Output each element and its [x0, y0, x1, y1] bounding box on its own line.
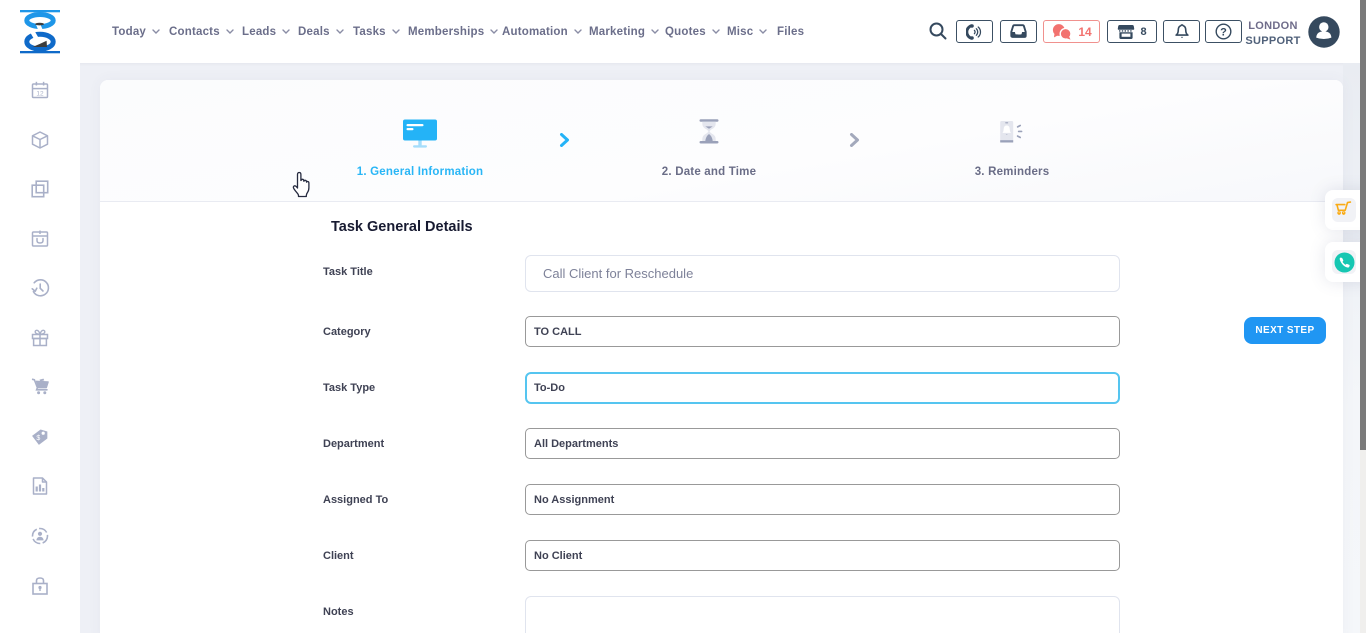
- svg-text:12: 12: [36, 91, 44, 98]
- svg-text:$: $: [36, 435, 40, 442]
